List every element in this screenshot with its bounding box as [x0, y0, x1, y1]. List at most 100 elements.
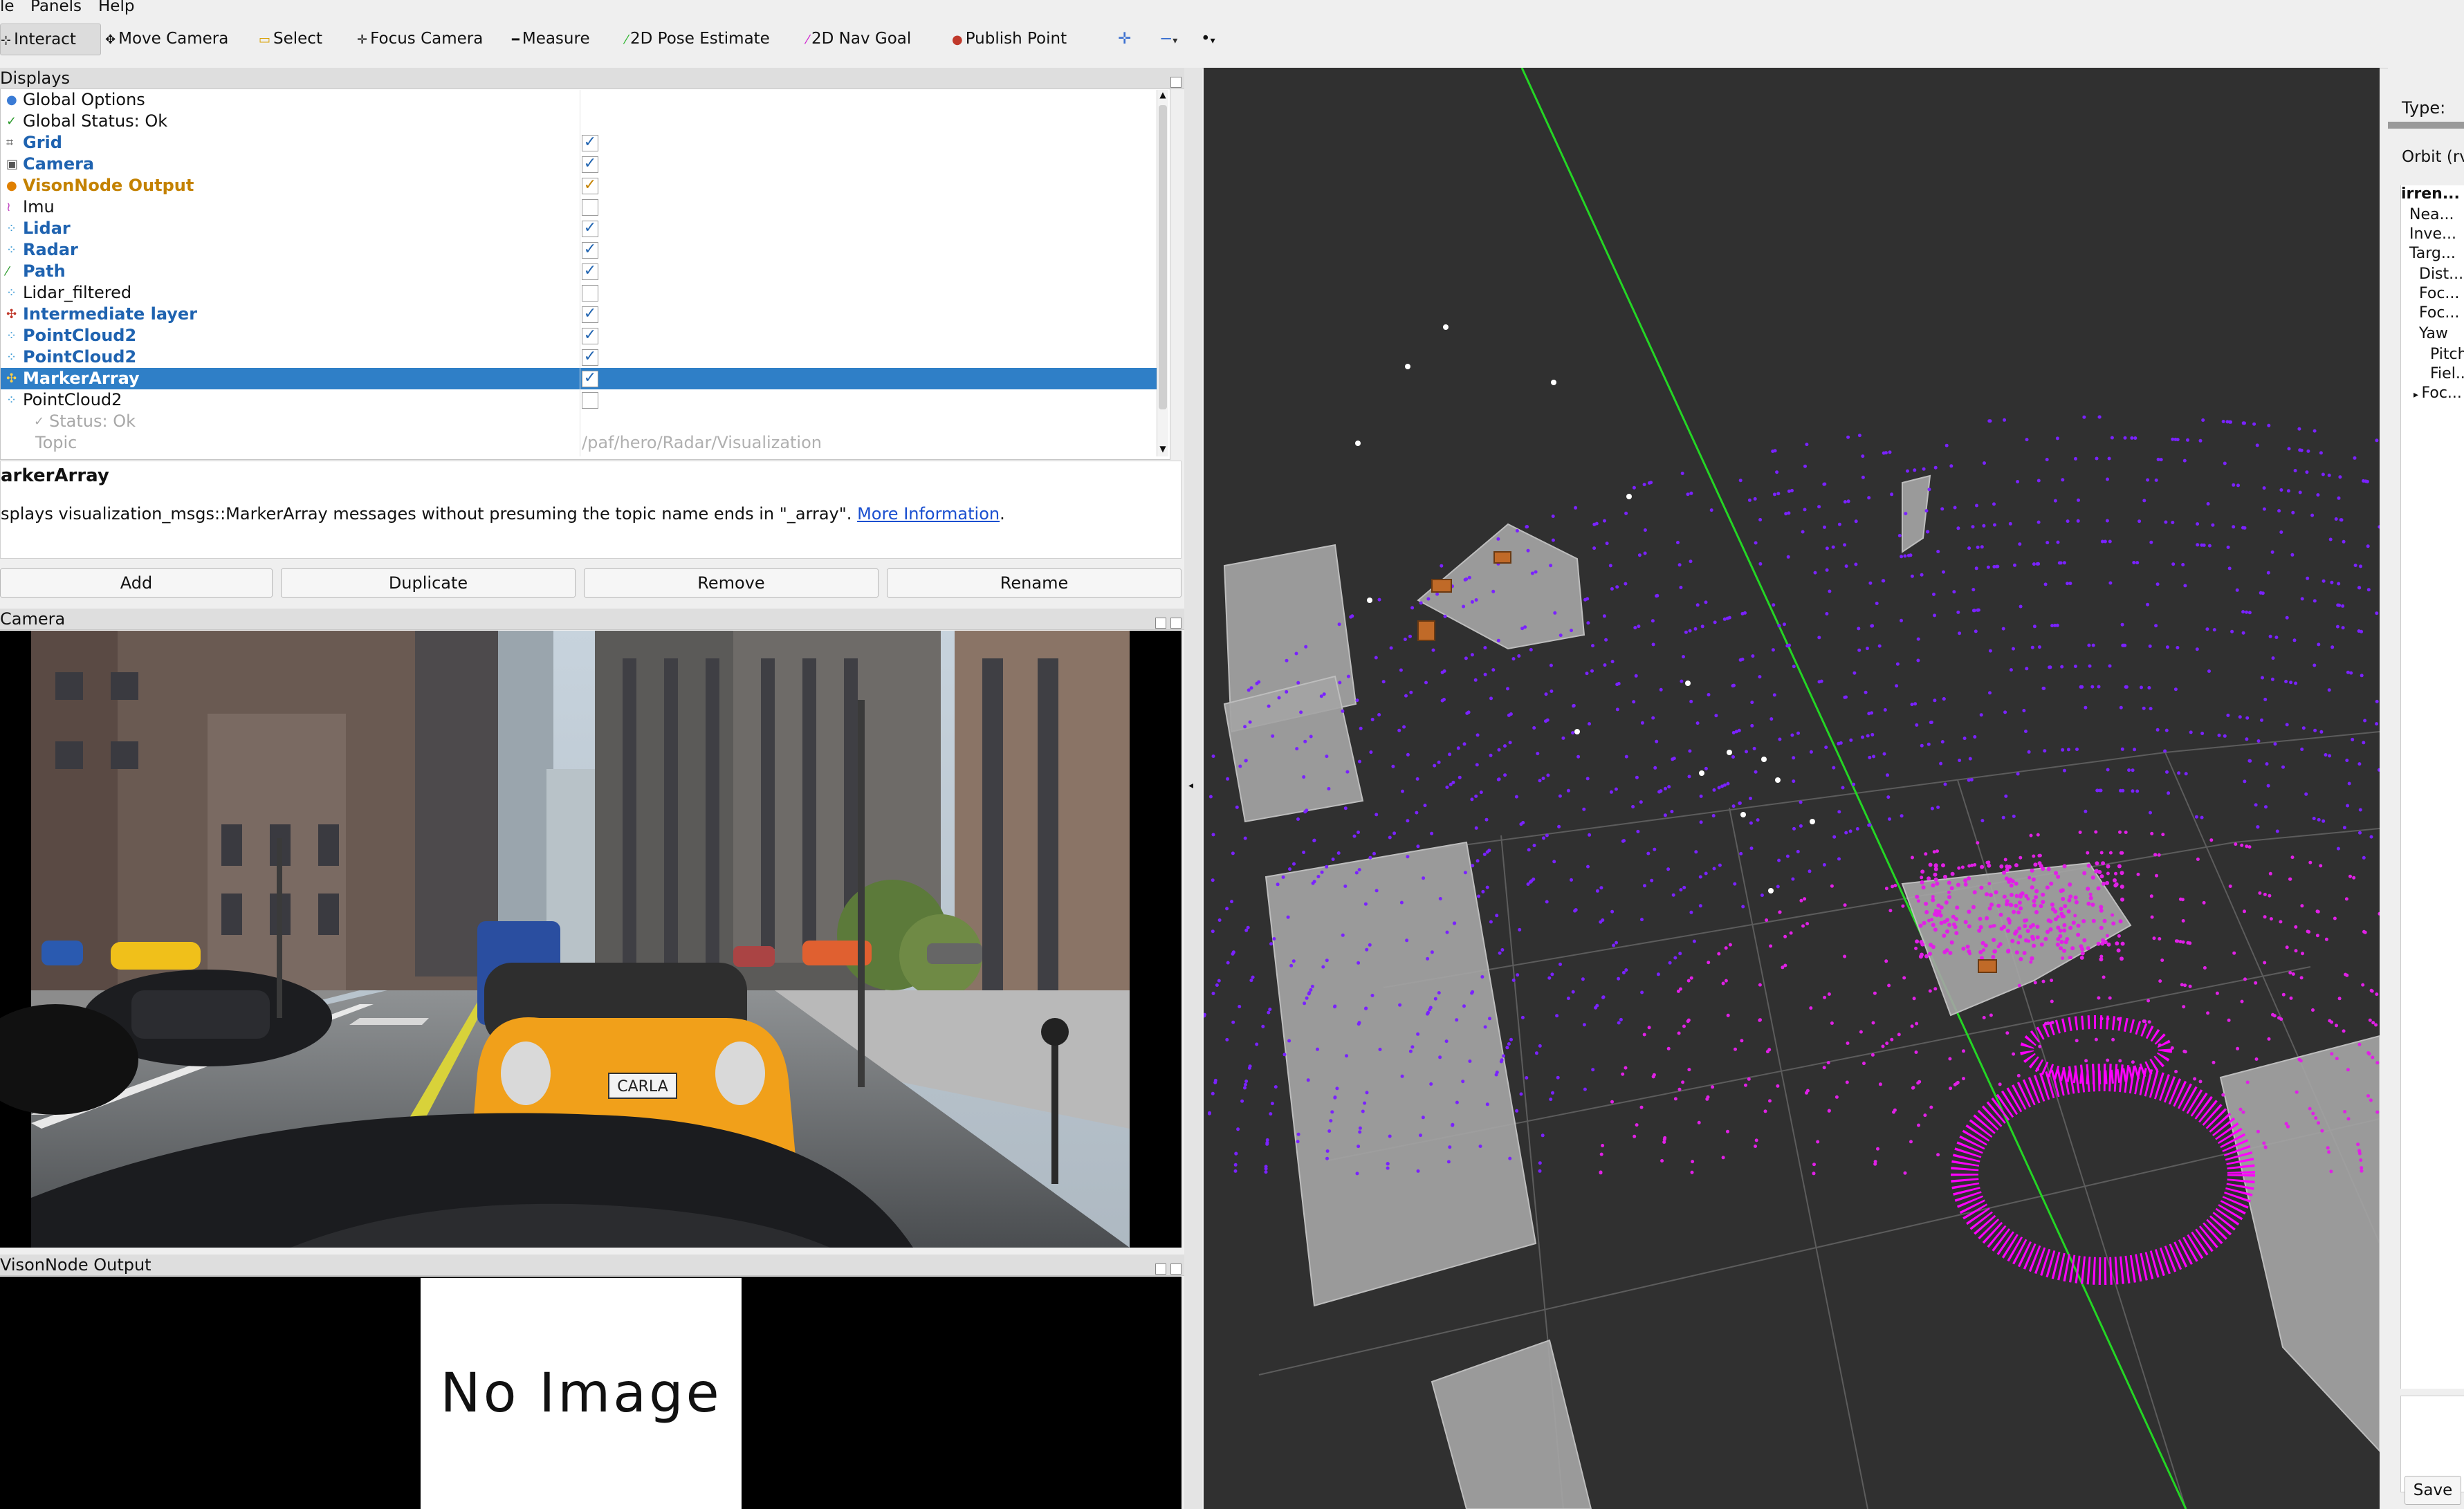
tree-row-imu[interactable]: ≀ Imu [1, 196, 1163, 218]
intermediate-layer-checkbox[interactable]: ✓ [582, 306, 598, 323]
tree-row-visonnode-output[interactable]: ● VisonNode Output ✓ [1, 175, 1163, 196]
tree-row-path[interactable]: ⁄ Path ✓ [1, 261, 1163, 282]
grid-checkbox[interactable]: ✓ [582, 135, 598, 151]
tree-row-global-options[interactable]: ● Global Options [1, 89, 1163, 111]
visonnode-checkbox[interactable]: ✓ [582, 178, 598, 194]
scroll-down-icon[interactable]: ▼ [1158, 444, 1168, 456]
tree-row-lidar[interactable]: ⁘ Lidar ✓ [1, 218, 1163, 239]
pointcloud2-a-checkbox[interactable]: ✓ [582, 328, 598, 344]
view-prop-yaw[interactable]: Yaw [2419, 325, 2448, 342]
lidar-point [1692, 939, 1696, 943]
float-panel-icon[interactable] [1155, 618, 1166, 629]
remove-button[interactable]: Remove [584, 568, 879, 598]
tree-row-pointcloud2-a[interactable]: ⁘ PointCloud2 ✓ [1, 325, 1163, 346]
pose-estimate-tool-button[interactable]: ⁄ 2D Pose Estimate [625, 24, 770, 54]
lidar-point [1478, 1145, 1482, 1148]
panel-splitter[interactable]: ◂ [1184, 68, 1202, 1509]
current-view-type[interactable]: Orbit (rv [2402, 148, 2464, 166]
lidar-point [1930, 806, 1934, 811]
lidar-point [1803, 897, 1807, 901]
float-panel-icon[interactable] [1155, 1263, 1166, 1275]
lidar-point [2313, 663, 2317, 667]
view-prop-invert[interactable]: Inve... [2409, 225, 2456, 243]
topic-value[interactable]: /paf/hero/Radar/Visualization [582, 432, 822, 454]
lidar-point [2215, 991, 2219, 995]
tree-row-camera[interactable]: ▣ Camera ✓ [1, 154, 1163, 175]
lidar-point [2149, 811, 2152, 815]
tree-row-lidar-filtered[interactable]: ⁘ Lidar_filtered [1, 282, 1163, 304]
view-prop-field[interactable]: Fiel... [2430, 365, 2464, 382]
view-prop-distance[interactable]: Dist... [2419, 266, 2463, 283]
lidar-point [1662, 1140, 1666, 1144]
radar-checkbox[interactable]: ✓ [582, 242, 598, 259]
3d-render-view[interactable] [1204, 68, 2380, 1509]
markerarray-checkbox[interactable]: ✓ [582, 371, 598, 387]
lidar-point [1514, 795, 1518, 799]
close-panel-icon[interactable] [1170, 618, 1182, 629]
tool-properties-button[interactable]: •▾ [1201, 24, 1215, 54]
lidar-point [1890, 1037, 1894, 1042]
view-prop-near[interactable]: Nea... [2409, 206, 2454, 223]
camera-panel-title: Camera [0, 609, 66, 629]
view-prop-focal-c[interactable]: ▸ Foc... [2414, 385, 2462, 402]
camera-checkbox[interactable]: ✓ [582, 156, 598, 173]
tree-scrollbar[interactable]: ▲ ▼ [1157, 90, 1168, 456]
menu-file[interactable]: le [0, 0, 15, 15]
more-information-link[interactable]: More Information [857, 504, 1000, 524]
focus-camera-tool-button[interactable]: ✛ Focus Camera [357, 24, 483, 54]
interact-tool-button[interactable]: ⊹ Interact [0, 24, 101, 55]
view-prop-pitch[interactable]: Pitch [2430, 346, 2464, 363]
select-tool-button[interactable]: ▭ Select [259, 24, 322, 54]
nav-goal-tool-button[interactable]: ⁄ 2D Nav Goal [807, 24, 911, 54]
lidar-point [2155, 873, 2158, 878]
current-view-item[interactable]: irren... [2401, 185, 2460, 203]
lidar-checkbox[interactable]: ✓ [582, 221, 598, 237]
scroll-up-icon[interactable]: ▲ [1158, 90, 1168, 102]
view-prop-focal-a[interactable]: Foc... [2419, 285, 2459, 302]
tree-row-topic[interactable]: Topic/paf/hero/Radar/Visualization [1, 432, 1163, 454]
tree-row-grid[interactable]: ⌗ Grid ✓ [1, 132, 1163, 154]
view-prop-focal-b[interactable]: Foc... [2419, 304, 2459, 322]
imu-checkbox[interactable] [582, 199, 598, 216]
lidar-point [1635, 775, 1639, 779]
remove-tool-button[interactable]: −▾ [1159, 24, 1177, 54]
rename-button[interactable]: Rename [887, 568, 1182, 598]
scrollbar-thumb[interactable] [1159, 105, 1167, 409]
add-button[interactable]: Add [0, 568, 273, 598]
tree-row-pointcloud2-b[interactable]: ⁘ PointCloud2 ✓ [1, 346, 1163, 368]
tree-row-status-ok[interactable]: ✓ Status: Ok [1, 411, 1163, 432]
add-tool-button[interactable]: ✛ [1118, 24, 1131, 54]
float-panel-icon[interactable] [1170, 77, 1182, 88]
menu-help[interactable]: Help [98, 0, 134, 15]
save-view-button[interactable]: Save [2405, 1476, 2461, 1505]
pointcloud2-c-checkbox[interactable] [582, 392, 598, 409]
tree-row-pointcloud2-c[interactable]: ⁘ PointCloud2 [1, 389, 1163, 411]
lidar-point [2223, 734, 2227, 738]
lidar-point [1689, 559, 1693, 564]
tree-row-markerarray[interactable]: ✣ MarkerArray ✓ [1, 368, 1163, 389]
lidar-point [1915, 894, 1920, 899]
lidar-point [2045, 458, 2049, 461]
lidar-point [1511, 657, 1516, 661]
nav-goal-icon: ⁄ [807, 33, 809, 47]
pointcloud2-b-checkbox[interactable]: ✓ [582, 349, 598, 366]
lidar-point [2025, 667, 2029, 671]
measure-tool-button[interactable]: ━ Measure [512, 24, 590, 54]
tree-row-radar[interactable]: ⁘ Radar ✓ [1, 239, 1163, 261]
move-camera-tool-button[interactable]: ✥ Move Camera [105, 24, 228, 54]
tree-row-global-status[interactable]: ✓ Global Status: Ok [1, 111, 1163, 132]
lidar-filtered-checkbox[interactable] [582, 285, 598, 302]
view-prop-target[interactable]: Targ... [2409, 245, 2456, 262]
lidar-point [2240, 843, 2244, 847]
menu-panels[interactable]: Panels [30, 0, 82, 15]
duplicate-button[interactable]: Duplicate [281, 568, 576, 598]
lidar-point [1928, 862, 1933, 867]
publish-point-tool-button[interactable]: ● Publish Point [952, 24, 1067, 54]
lidar-point [2062, 923, 2067, 927]
lidar-point [1910, 574, 1914, 578]
path-checkbox[interactable]: ✓ [582, 263, 598, 280]
tree-row-intermediate-layer[interactable]: ✣ Intermediate layer ✓ [1, 304, 1163, 325]
lidar-point [2369, 1098, 2373, 1102]
close-panel-icon[interactable] [1170, 1263, 1182, 1275]
lidar-point [1752, 746, 1756, 750]
